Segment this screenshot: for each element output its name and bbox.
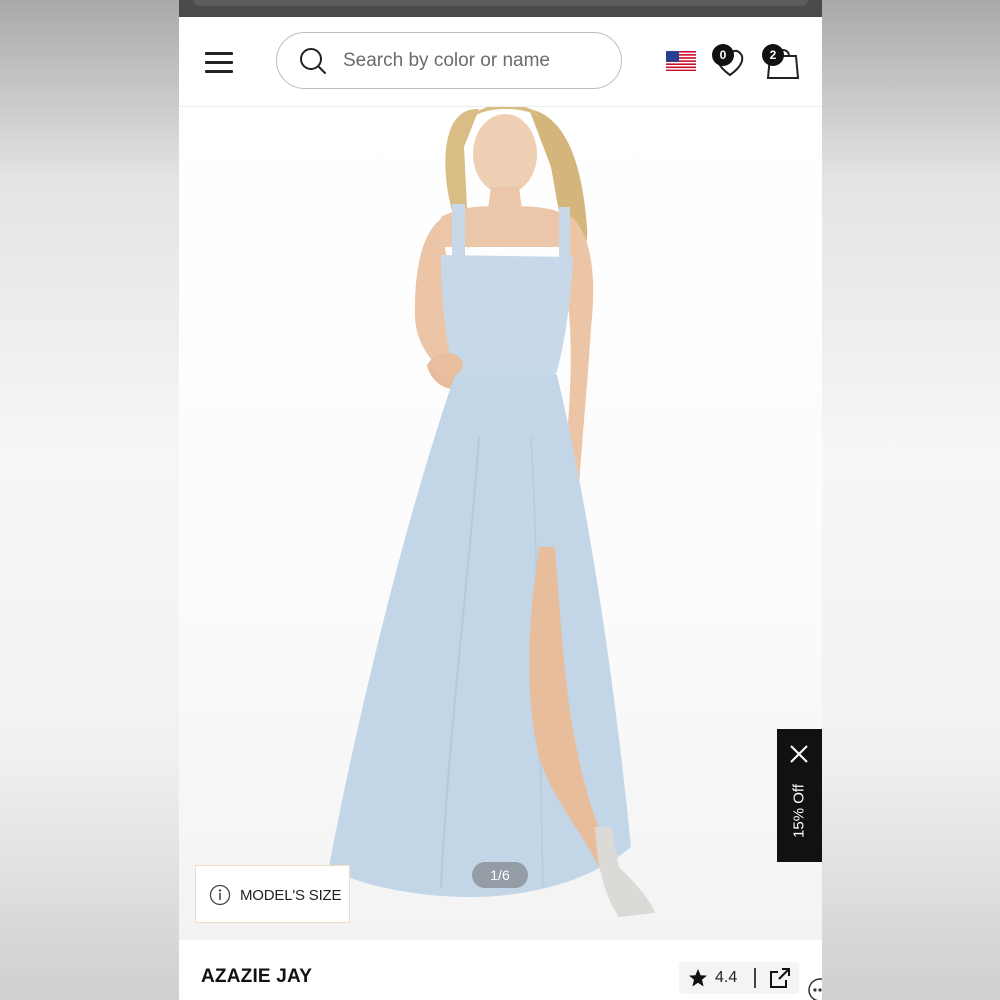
- browser-top-strip: [179, 0, 822, 17]
- close-icon[interactable]: [788, 743, 810, 765]
- product-info-bar: AZAZIE JAY 4.4: [179, 940, 822, 1000]
- rating-box[interactable]: 4.4: [679, 962, 799, 994]
- cart-count-badge: 2: [762, 44, 784, 66]
- image-pager: 1/6: [472, 862, 528, 888]
- rating-value: 4.4: [715, 969, 738, 986]
- product-name: AZAZIE JAY: [201, 966, 313, 987]
- product-photo: [329, 107, 655, 917]
- site-header: 0 2: [179, 17, 822, 107]
- backdrop-left: [0, 0, 179, 1000]
- wishlist-count-badge: 0: [712, 44, 734, 66]
- model-size-button[interactable]: MODEL'S SIZE: [195, 865, 350, 923]
- backdrop-right: [822, 0, 1000, 1000]
- hamburger-menu-icon[interactable]: [203, 50, 235, 76]
- search-icon: [300, 48, 326, 74]
- more-options-icon[interactable]: [807, 977, 822, 1000]
- us-flag-icon[interactable]: [666, 51, 696, 71]
- product-image-gallery[interactable]: MODEL'S SIZE 1/6 15% Off: [179, 107, 822, 940]
- info-icon: [209, 884, 231, 906]
- promo-label: 15% Off: [790, 784, 808, 838]
- cart-button[interactable]: 2: [762, 42, 802, 80]
- mobile-screen: 0 2: [179, 0, 822, 1000]
- discount-promo-tab[interactable]: 15% Off: [777, 729, 822, 862]
- star-icon: [689, 969, 707, 987]
- search-input[interactable]: [341, 45, 605, 77]
- divider: [754, 968, 756, 988]
- search-bar[interactable]: [276, 32, 622, 89]
- wishlist-button[interactable]: 0: [710, 44, 750, 78]
- share-icon[interactable]: [768, 966, 792, 990]
- model-size-label: MODEL'S SIZE: [240, 887, 342, 904]
